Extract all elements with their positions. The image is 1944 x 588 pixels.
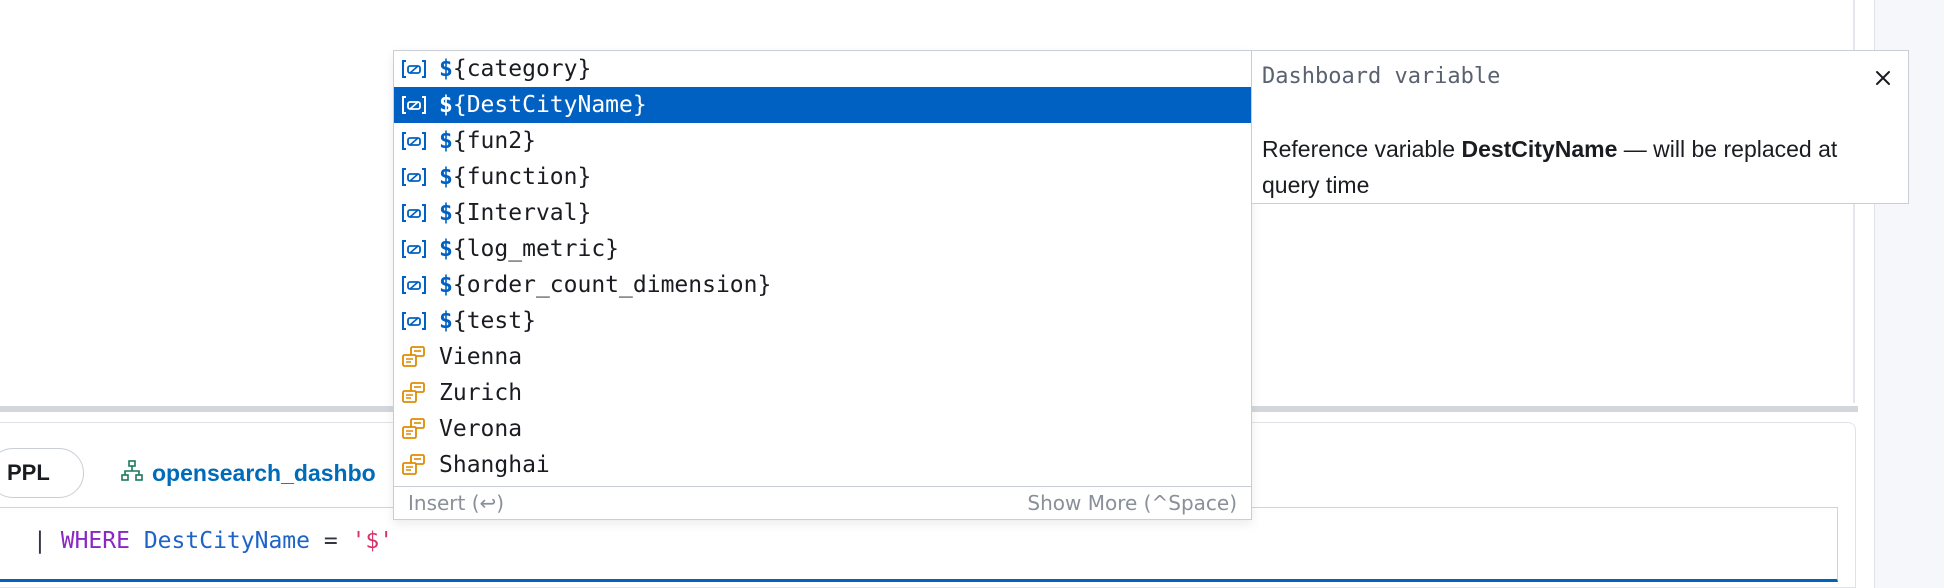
suggestion-label: ${function} [439, 164, 591, 190]
suggestion-match-prefix: $ [439, 56, 453, 82]
variable-icon [399, 273, 429, 297]
suggestion-match-prefix: $ [439, 272, 453, 298]
suggestion-item[interactable]: Zurich [394, 375, 1251, 411]
suggestion-label: ${DestCityName} [439, 92, 647, 118]
variable-icon [399, 201, 429, 225]
variable-icon [399, 93, 429, 117]
suggestion-item[interactable]: Shanghai [394, 447, 1251, 483]
suggestion-footer: Insert (↩) Show More (^Space) [394, 486, 1251, 519]
query-code-line: | WHERE DestCityName = '$' [33, 528, 393, 554]
suggestion-item[interactable]: ${DestCityName} [394, 87, 1251, 123]
autocomplete-suggestion-list[interactable]: ${category} ${DestCityName} ${fun2} ${funct… [393, 50, 1252, 520]
suggestion-item[interactable]: ${log_metric} [394, 231, 1251, 267]
value-icon [399, 453, 429, 477]
suggestion-match-prefix: $ [439, 308, 453, 334]
suggestion-label: ${test} [439, 308, 536, 334]
suggestion-label: Vienna [439, 344, 522, 370]
value-icon [399, 381, 429, 405]
suggestion-text: {DestCityName} [452, 92, 647, 118]
value-icon [399, 417, 429, 441]
suggestion-label: ${fun2} [439, 128, 536, 154]
variable-icon [399, 309, 429, 333]
suggestion-item[interactable]: ${Interval} [394, 195, 1251, 231]
suggestion-text: {fun2} [452, 128, 536, 154]
variable-icon [399, 57, 429, 81]
suggestion-text: {test} [452, 308, 536, 334]
language-label: PPL [7, 460, 50, 485]
variable-icon [399, 237, 429, 261]
suggestion-item[interactable]: ${fun2} [394, 123, 1251, 159]
string-token: '$' [351, 528, 394, 554]
index-pattern-label: opensearch_dashbo [152, 459, 376, 486]
suggestion-label: ${category} [439, 56, 591, 82]
suggestion-label: Verona [439, 416, 522, 442]
suggestion-label: ${Interval} [439, 200, 591, 226]
suggestion-label: Shanghai [439, 452, 550, 478]
suggestion-item[interactable]: Verona [394, 411, 1251, 447]
field-token: DestCityName [143, 528, 310, 554]
suggestion-item[interactable]: ${order_count_dimension} [394, 267, 1251, 303]
suggestion-text: Shanghai [439, 452, 550, 478]
show-more-link[interactable]: Show More (^Space) [1027, 491, 1237, 515]
suggestion-text: {order_count_dimension} [452, 272, 772, 298]
variable-icon [399, 129, 429, 153]
suggestion-item[interactable]: ${test} [394, 303, 1251, 339]
insert-hint: Insert (↩) [408, 491, 505, 515]
details-body-prefix: Reference variable [1262, 136, 1462, 162]
pipe-token: | [33, 528, 47, 554]
suggestion-text: {log_metric} [452, 236, 620, 262]
suggestion-match-prefix: $ [439, 164, 453, 190]
suggestion-text: Vienna [439, 344, 523, 370]
details-description: Reference variable DestCityName — will b… [1262, 131, 1892, 203]
details-variable-name: DestCityName [1461, 136, 1618, 162]
suggestion-match-prefix: $ [439, 236, 453, 262]
variable-icon [399, 165, 429, 189]
suggestion-label: ${order_count_dimension} [439, 272, 771, 298]
suggestion-item[interactable]: ${category} [394, 51, 1251, 87]
details-title: Dashboard variable [1262, 64, 1501, 89]
index-pattern-link[interactable]: opensearch_dashbo [120, 458, 376, 488]
suggestion-text: Zurich [439, 380, 523, 406]
suggestion-text: {category} [452, 56, 592, 82]
hierarchy-icon [120, 459, 144, 488]
suggestion-label: Zurich [439, 380, 522, 406]
suggestion-item[interactable]: ${function} [394, 159, 1251, 195]
suggestion-text: {function} [452, 164, 592, 190]
suggestion-label: ${log_metric} [439, 236, 619, 262]
operator-token: = [323, 528, 338, 554]
suggestion-details-panel: Dashboard variable Reference variable De… [1252, 50, 1909, 204]
where-keyword: WHERE [60, 528, 130, 554]
suggestion-match-prefix: $ [439, 92, 453, 118]
suggestion-item[interactable]: Vienna [394, 339, 1251, 375]
close-details-button[interactable] [1870, 65, 1896, 91]
close-icon [1876, 71, 1890, 85]
value-icon [399, 345, 429, 369]
suggestion-match-prefix: $ [439, 128, 453, 154]
suggestion-text: Verona [439, 416, 523, 442]
suggestion-text: {Interval} [452, 200, 592, 226]
language-selector-button[interactable]: PPL [0, 448, 84, 498]
suggestion-match-prefix: $ [439, 200, 453, 226]
